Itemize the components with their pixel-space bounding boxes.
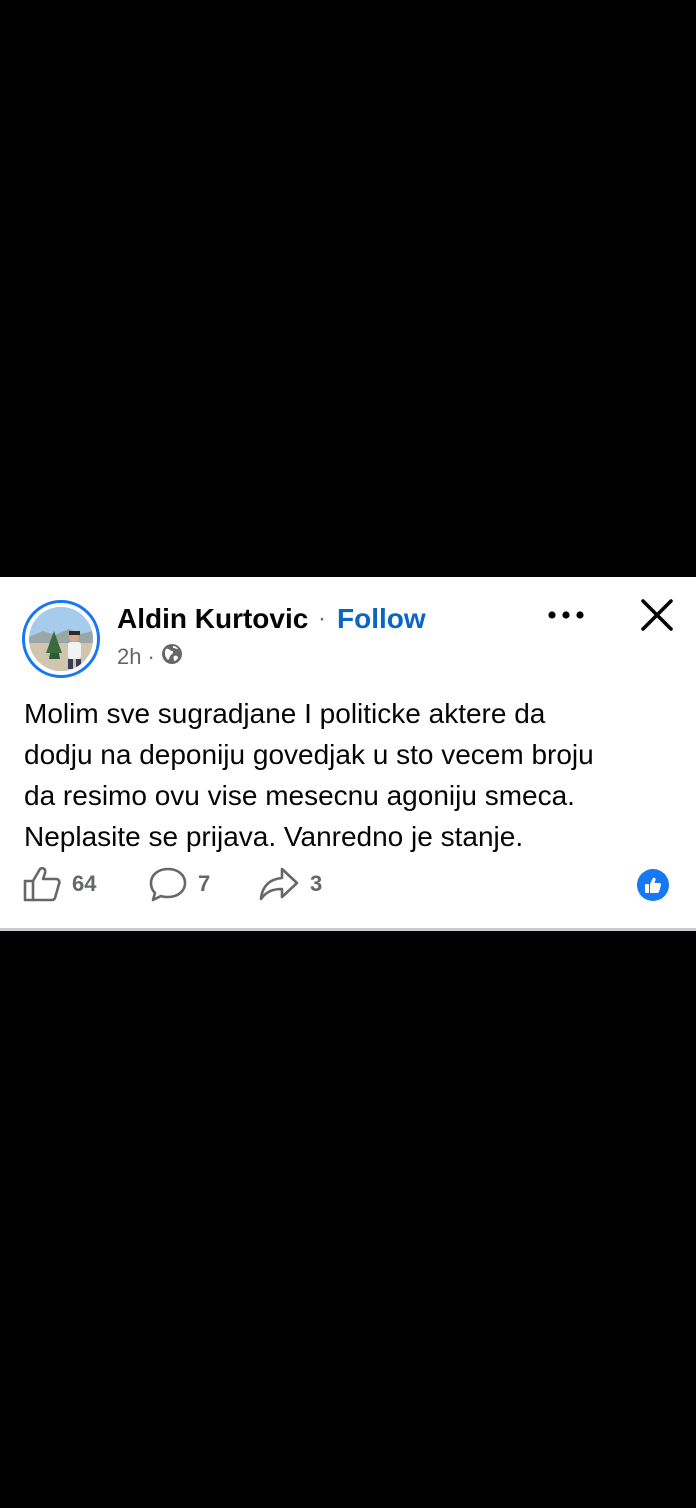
like-button[interactable]: 64 [22,864,96,904]
screen: Aldin Kurtovic · Follow 2h · Molim sve s… [0,0,696,1508]
post-text-line: Molim sve sugradjane I politicke aktere … [24,698,546,729]
post-text: Molim sve sugradjane I politicke aktere … [24,693,674,857]
share-arrow-icon [259,867,299,901]
share-count: 3 [310,871,323,896]
comment-button[interactable]: 7 [148,864,210,904]
card-divider [0,928,696,931]
like-count: 64 [72,871,97,896]
thumbs-up-filled-icon [645,877,662,893]
avatar-photo [29,607,93,671]
share-button[interactable]: 3 [258,864,322,904]
thumbs-up-icon [23,866,61,902]
follow-button[interactable]: Follow [337,602,426,636]
post-text-line: Neplasite se prijava. Vanredno je stanje… [24,821,524,852]
close-icon [641,599,673,631]
author-avatar[interactable] [22,600,100,678]
globe-icon [161,643,183,671]
post-card: Aldin Kurtovic · Follow 2h · Molim sve s… [0,577,696,928]
name-separator: · [318,605,326,632]
post-meta: 2h · [117,643,183,671]
meta-separator: · [147,644,155,669]
more-options-button[interactable] [546,603,586,627]
close-post-button[interactable] [638,596,676,634]
post-text-line: dodju na deponiju govedjak u sto vecem b… [24,739,594,770]
author-name[interactable]: Aldin Kurtovic [117,602,308,636]
more-horizontal-icon [548,611,584,619]
comment-count: 7 [198,871,211,896]
avatar-image [29,607,93,671]
like-reaction-icon[interactable] [637,869,669,901]
comment-bubble-icon [149,867,187,902]
post-text-line: da resimo ovu vise mesecnu agoniju smeca… [24,780,575,811]
post-time[interactable]: 2h [117,644,141,670]
